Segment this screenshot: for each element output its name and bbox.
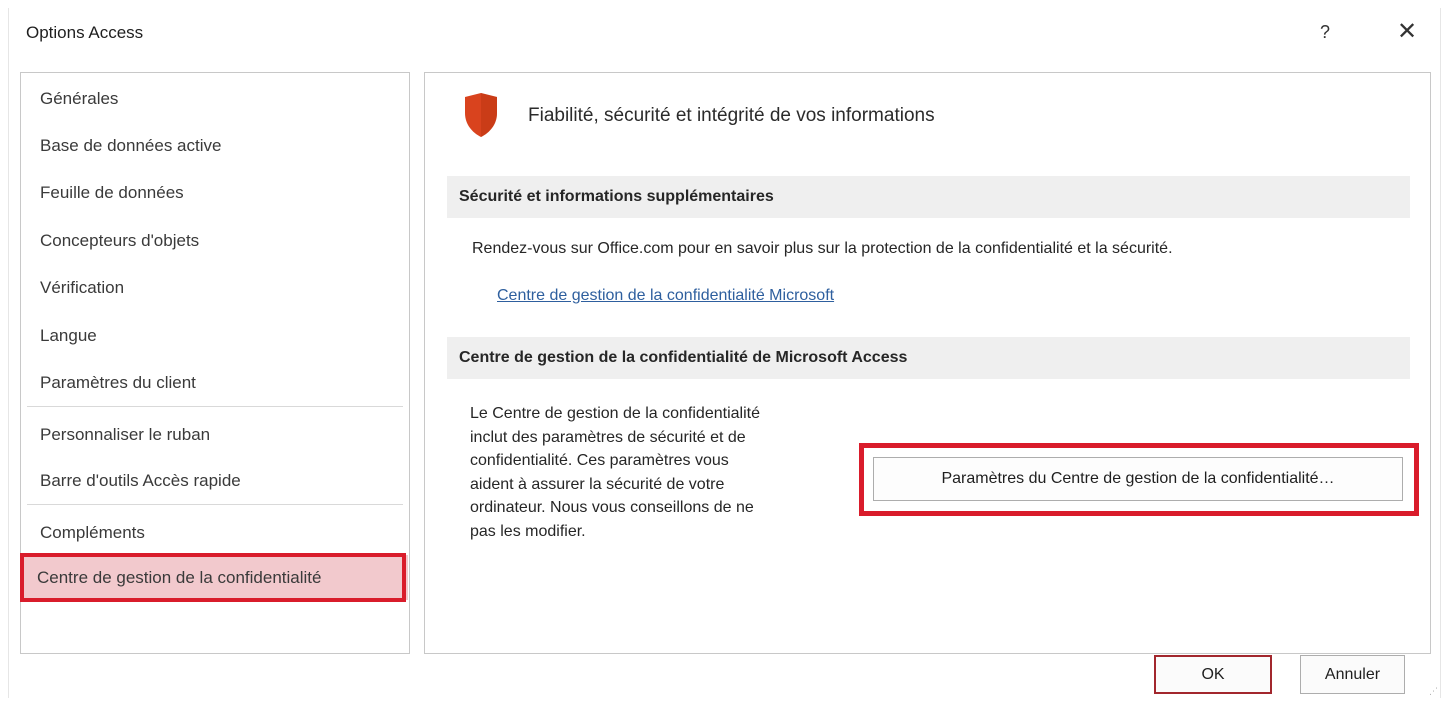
description-line: aident à assurer la sécurité de votre	[470, 475, 725, 493]
close-button[interactable]: ✕	[1387, 16, 1427, 48]
shield-icon	[465, 93, 497, 137]
nav-item-parametres-client[interactable]: Paramètres du client	[40, 373, 196, 393]
nav-item-centre-confidentialite[interactable]: Centre de gestion de la confidentialité	[37, 568, 321, 588]
resize-grip-icon[interactable]: ⋰	[1429, 686, 1439, 696]
nav-separator	[27, 504, 403, 505]
trust-center-description: Le Centre de gestion de la confidentiali…	[470, 402, 860, 544]
privacy-center-link[interactable]: Centre de gestion de la confidentialité …	[497, 287, 834, 305]
section-header-securite: Sécurité et informations supplémentaires	[447, 176, 1410, 218]
info-text: Rendez-vous sur Office.com pour en savoi…	[472, 240, 1173, 257]
nav-item-base-donnees-active[interactable]: Base de données active	[40, 136, 221, 156]
nav-separator	[27, 406, 403, 407]
ok-button[interactable]: OK	[1154, 655, 1272, 694]
nav-item-personnaliser-ruban[interactable]: Personnaliser le ruban	[40, 425, 210, 445]
nav-item-generales[interactable]: Générales	[40, 89, 118, 109]
options-nav: Générales Base de données active Feuille…	[20, 72, 410, 654]
section-title: Centre de gestion de la confidentialité …	[459, 349, 908, 366]
content-panel: Fiabilité, sécurité et intégrité de vos …	[424, 72, 1431, 654]
description-line: inclut des paramètres de sécurité et de	[470, 428, 746, 446]
description-line: confidentialité. Ces paramètres vous	[470, 452, 729, 470]
nav-item-feuille-donnees[interactable]: Feuille de données	[40, 183, 184, 203]
content-heading: Fiabilité, sécurité et intégrité de vos …	[528, 105, 935, 126]
help-button[interactable]: ?	[1309, 16, 1341, 48]
description-line: ordinateur. Nous vous conseillons de ne	[470, 499, 754, 517]
trust-center-settings-button[interactable]: Paramètres du Centre de gestion de la co…	[873, 457, 1403, 501]
description-line: pas les modifier.	[470, 522, 586, 540]
dialog-title: Options Access	[26, 23, 144, 42]
nav-item-barre-acces-rapide[interactable]: Barre d'outils Accès rapide	[40, 471, 241, 491]
section-header-centre-gestion: Centre de gestion de la confidentialité …	[447, 337, 1410, 379]
nav-item-complements[interactable]: Compléments	[40, 523, 145, 543]
nav-item-langue[interactable]: Langue	[40, 326, 97, 346]
section-title: Sécurité et informations supplémentaires	[459, 188, 774, 205]
options-dialog: Options Access ? ✕ Générales Base de don…	[8, 8, 1441, 698]
nav-item-verification[interactable]: Vérification	[40, 278, 124, 298]
description-line: Le Centre de gestion de la confidentiali…	[470, 405, 760, 422]
title-bar: Options Access ? ✕	[9, 8, 1440, 56]
cancel-button[interactable]: Annuler	[1300, 655, 1405, 694]
nav-item-concepteurs-objets[interactable]: Concepteurs d'objets	[40, 231, 199, 251]
